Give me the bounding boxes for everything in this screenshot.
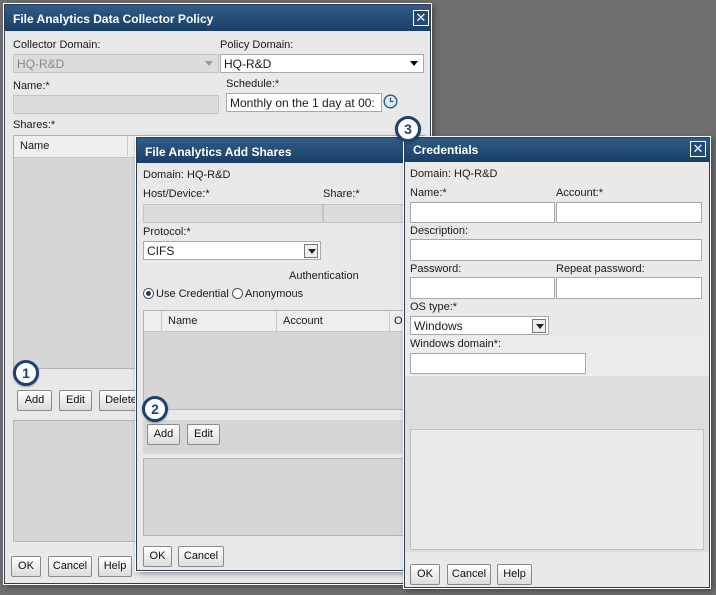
description-label: Description: bbox=[410, 225, 469, 237]
protocol-value: CIFS bbox=[147, 244, 175, 258]
os-type-value: Windows bbox=[414, 319, 463, 333]
credential-add-button[interactable]: Add bbox=[147, 424, 180, 445]
add-shares-domain-label: Domain: HQ-R&D bbox=[143, 169, 231, 181]
shares-add-button[interactable]: Add bbox=[17, 390, 52, 411]
policy-help-button[interactable]: Help bbox=[98, 556, 132, 577]
shares-column-name[interactable]: Name bbox=[14, 136, 128, 156]
chevron-down-icon bbox=[532, 319, 546, 333]
add-shares-details-panel bbox=[143, 458, 409, 536]
credentials-cancel-button[interactable]: Cancel bbox=[447, 564, 491, 585]
host-device-label: Host/Device:* bbox=[143, 188, 210, 200]
add-shares-cancel-button[interactable]: Cancel bbox=[178, 546, 224, 567]
chevron-down-icon bbox=[202, 57, 216, 71]
cred-name-field[interactable] bbox=[410, 202, 555, 223]
credentials-ok-button[interactable]: OK bbox=[410, 564, 440, 585]
policy-domain-select[interactable]: HQ-R&D bbox=[220, 54, 424, 73]
credentials-table-header: Name Account OS bbox=[144, 311, 408, 332]
anonymous-radio[interactable] bbox=[232, 288, 243, 299]
column-account[interactable]: Account bbox=[277, 311, 390, 331]
policy-domain-label: Policy Domain: bbox=[220, 39, 294, 51]
credentials-details-panel bbox=[410, 429, 704, 550]
add-shares-dialog: File Analytics Add Shares Domain: HQ-R&D… bbox=[136, 137, 410, 571]
select-column bbox=[144, 311, 162, 331]
repeat-password-label: Repeat password: bbox=[556, 263, 645, 275]
credentials-help-button[interactable]: Help bbox=[497, 564, 532, 585]
collector-domain-select[interactable]: HQ-R&D bbox=[13, 54, 219, 73]
use-credential-radio[interactable] bbox=[143, 288, 154, 299]
collector-domain-label: Collector Domain: bbox=[13, 39, 101, 51]
schedule-field[interactable]: Monthly on the 1 day at 00: bbox=[226, 93, 382, 112]
windows-domain-label: Windows domain*: bbox=[410, 338, 502, 350]
password-label: Password: bbox=[410, 263, 462, 275]
callout-3: 3 bbox=[395, 116, 421, 142]
os-type-select[interactable]: Windows bbox=[410, 316, 549, 335]
share-label: Share:* bbox=[323, 188, 360, 200]
anonymous-label: Anonymous bbox=[245, 288, 304, 300]
host-device-field[interactable] bbox=[143, 204, 323, 223]
add-shares-button-bar bbox=[143, 420, 409, 454]
policy-ok-button[interactable]: OK bbox=[11, 556, 41, 577]
chevron-down-icon bbox=[407, 57, 421, 71]
protocol-select[interactable]: CIFS bbox=[143, 241, 321, 260]
credentials-domain-label: Domain: HQ-R&D bbox=[410, 168, 498, 180]
account-label: Account:* bbox=[556, 187, 604, 199]
shares-edit-button[interactable]: Edit bbox=[59, 390, 92, 411]
callout-1: 1 bbox=[13, 360, 39, 386]
account-field[interactable] bbox=[556, 202, 702, 223]
credential-edit-button[interactable]: Edit bbox=[187, 424, 220, 445]
add-shares-dialog-title: File Analytics Add Shares bbox=[137, 138, 409, 163]
name-field[interactable] bbox=[13, 95, 219, 114]
callout-2: 2 bbox=[142, 396, 168, 422]
os-type-label: OS type:* bbox=[410, 301, 458, 313]
password-field[interactable] bbox=[410, 277, 555, 299]
windows-domain-field[interactable] bbox=[410, 353, 586, 374]
protocol-label: Protocol:* bbox=[143, 226, 191, 238]
add-shares-ok-button[interactable]: OK bbox=[143, 546, 172, 567]
collector-domain-value: HQ-R&D bbox=[17, 57, 65, 71]
policy-dialog-title: File Analytics Data Collector Policy bbox=[5, 5, 430, 31]
credentials-dialog-title: Credentials bbox=[405, 138, 709, 162]
chevron-down-icon bbox=[304, 244, 318, 258]
repeat-password-field[interactable] bbox=[556, 277, 702, 299]
credentials-close-button[interactable]: ✕ bbox=[690, 141, 706, 157]
policy-cancel-button[interactable]: Cancel bbox=[48, 556, 92, 577]
clock-icon[interactable] bbox=[383, 94, 398, 109]
column-name[interactable]: Name bbox=[162, 311, 277, 331]
description-field[interactable] bbox=[410, 239, 702, 261]
credentials-table: Name Account OS bbox=[143, 310, 409, 410]
authentication-label: Authentication bbox=[289, 270, 359, 282]
policy-dialog-close-button[interactable]: ✕ bbox=[413, 10, 429, 26]
cred-name-label: Name:* bbox=[410, 187, 447, 199]
schedule-label: Schedule:* bbox=[226, 78, 280, 90]
use-credential-label: Use Credential bbox=[156, 288, 229, 300]
policy-domain-value: HQ-R&D bbox=[224, 57, 272, 71]
name-label: Name:* bbox=[13, 80, 50, 92]
credentials-dialog: Credentials ✕ Domain: HQ-R&D Name:* Acco… bbox=[404, 137, 710, 588]
shares-label: Shares:* bbox=[13, 119, 56, 131]
share-field[interactable] bbox=[323, 204, 409, 223]
